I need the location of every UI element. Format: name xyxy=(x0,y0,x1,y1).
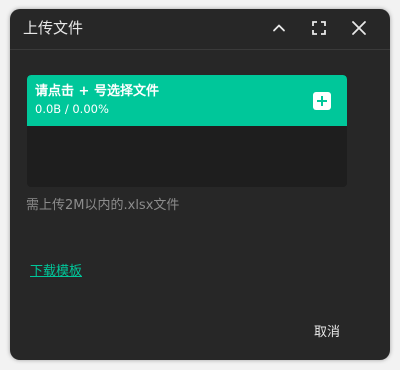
download-template-link[interactable]: 下载模板 xyxy=(30,263,82,280)
fullscreen-button[interactable] xyxy=(308,17,330,39)
fullscreen-icon xyxy=(312,21,326,35)
close-icon xyxy=(352,21,366,35)
plus-square-icon[interactable] xyxy=(313,92,331,110)
cancel-button[interactable]: 取消 xyxy=(314,324,340,341)
chevron-up-icon xyxy=(273,24,285,32)
upload-bar[interactable]: 请点击 + 号选择文件 0.0B / 0.00% xyxy=(27,75,347,126)
upload-area[interactable]: 请点击 + 号选择文件 0.0B / 0.00% xyxy=(27,75,347,187)
close-button[interactable] xyxy=(348,17,370,39)
dialog-header: 上传文件 xyxy=(10,9,390,50)
upload-instruction: 请点击 + 号选择文件 xyxy=(35,84,159,99)
dialog-title: 上传文件 xyxy=(23,19,84,37)
upload-progress: 0.0B / 0.00% xyxy=(35,102,109,116)
upload-hint: 需上传2M以内的.xlsx文件 xyxy=(26,198,180,213)
upload-dialog: 上传文件 请点击 + 号选择文件 0.0B / 0.00% 需上传2M以内的.x… xyxy=(10,9,390,360)
collapse-button[interactable] xyxy=(268,17,290,39)
